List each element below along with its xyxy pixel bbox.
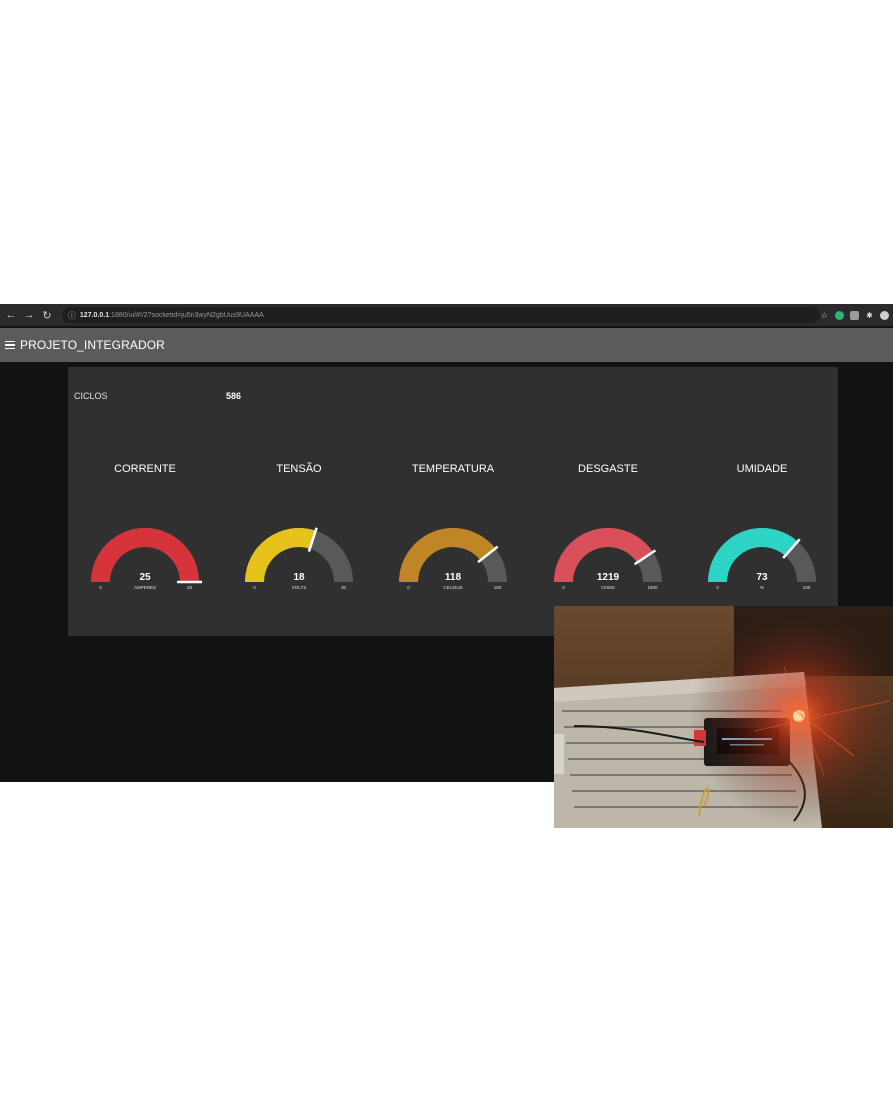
forward-icon[interactable]: → — [22, 308, 36, 322]
gauge-title: UMIDADE — [736, 463, 788, 475]
gauge-min: 0 — [562, 585, 565, 590]
ciclos-value: 586 — [226, 391, 242, 401]
star-icon[interactable]: ☆ — [820, 311, 829, 320]
gauge-max: 30 — [341, 585, 347, 590]
address-bar[interactable]: ⓘ 127.0.0.1 :1880/ui/#!/2?socketid=ju5n3… — [61, 307, 821, 323]
shield-icon[interactable] — [850, 310, 860, 320]
gauge-dial: 25 AMPERES 0 25 — [91, 528, 202, 590]
gauge-value: 73 — [756, 572, 768, 583]
gauge-value: 1219 — [597, 572, 620, 583]
gauge-dial: 73% 0 100 — [708, 528, 816, 590]
gauge-max: 100 — [803, 585, 811, 590]
gauge-unit: VOLTS — [292, 585, 306, 590]
extension-green-icon[interactable] — [835, 310, 845, 320]
profile-avatar-icon[interactable] — [880, 310, 890, 320]
gauge-max: 150 — [494, 585, 502, 590]
breadboard-photo — [554, 606, 893, 828]
gauge-dial: 18 VOLTS 0 30 — [245, 527, 353, 590]
gauge-dial: 1219 OHMS 0 1500 — [554, 528, 662, 590]
gauge-unit: OHMS — [601, 585, 615, 590]
app-header: PROJETO_INTEGRADOR — [0, 328, 893, 362]
info-icon[interactable]: ⓘ — [68, 310, 76, 321]
browser-toolbar: ← → ↻ ⓘ 127.0.0.1 :1880/ui/#!/2?socketid… — [0, 304, 893, 326]
gauge-unit: CELSIUS — [443, 585, 462, 590]
gauge-min: 0 — [99, 585, 102, 590]
gauge-value: 18 — [293, 572, 305, 583]
gauge-value: 118 — [445, 572, 462, 583]
gauge-max: 25 — [187, 585, 193, 590]
gauge-desgaste: DESGASTE 1219 OHMS 0 1500 — [531, 463, 685, 603]
gauge-title: TEMPERATURA — [411, 463, 495, 475]
gauge-min: 0 — [407, 585, 410, 590]
hamburger-menu-icon[interactable] — [5, 340, 15, 350]
url-host: 127.0.0.1 — [79, 311, 110, 319]
reload-icon[interactable]: ↻ — [40, 308, 54, 322]
gauge-dial: 118 CELSIUS 0 150 — [399, 528, 507, 590]
gauge-min: 0 — [253, 585, 256, 590]
gauge-tensão: TENSÃO 18 VOLTS 0 30 — [222, 463, 376, 603]
gauge-temperatura: TEMPERATURA 118 CELSIUS 0 150 — [376, 463, 530, 603]
dashboard-card: CICLOS 586 CORRENTE 25 AMPERES 0 25 TENSÃO 18 V… — [68, 367, 838, 636]
back-icon[interactable]: ← — [4, 308, 18, 322]
app-title: PROJETO_INTEGRADOR — [20, 338, 165, 352]
gauge-title: DESGASTE — [578, 463, 638, 475]
camera-feed-image — [554, 606, 893, 828]
url-path: :1880/ui/#!/2?socketid=ju5n3wyN2gbUus9UA… — [109, 311, 264, 319]
gauge-umidade: UMIDADE 73% 0 100 — [685, 463, 839, 603]
gauge-title: CORRENTE — [114, 463, 176, 475]
gauge-title: TENSÃO — [276, 463, 322, 475]
gauge-fill — [245, 528, 316, 582]
gauge-max: 1500 — [647, 585, 658, 590]
gauge-unit: % — [760, 585, 764, 590]
gauge-min: 0 — [716, 585, 719, 590]
ciclos-label: CICLOS — [74, 391, 108, 401]
puzzle-icon[interactable]: ✱ — [865, 311, 874, 320]
gauge-corrente: CORRENTE 25 AMPERES 0 25 — [68, 463, 222, 603]
gauge-unit: AMPERES — [134, 585, 156, 590]
gauge-value: 25 — [139, 572, 151, 583]
